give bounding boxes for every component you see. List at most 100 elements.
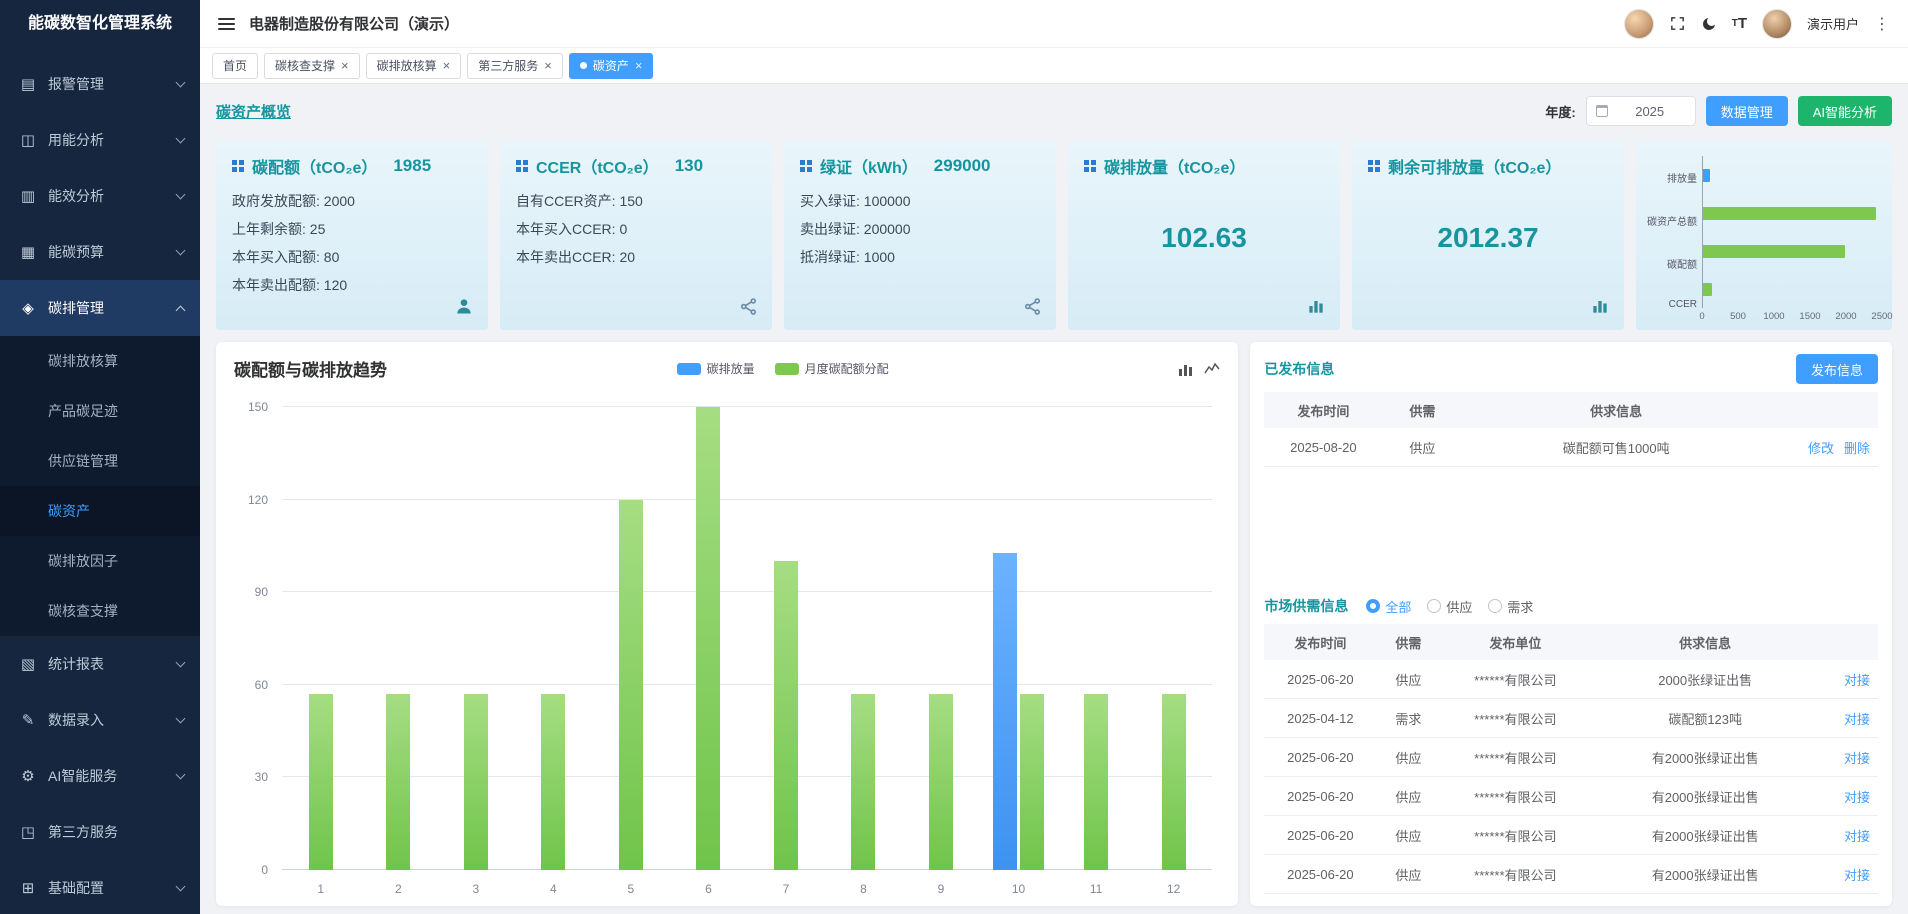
year-input[interactable]: 2025	[1586, 96, 1696, 126]
publish-button[interactable]: 发布信息	[1796, 354, 1878, 384]
close-icon[interactable]: ×	[443, 58, 451, 73]
market-type: 供应	[1376, 865, 1440, 884]
legend-label: 月度碳配额分配	[805, 360, 889, 377]
filter-radio-2[interactable]: 需求	[1488, 597, 1533, 616]
quota-bar[interactable]	[386, 694, 410, 870]
data-manage-button[interactable]: 数据管理	[1706, 96, 1788, 126]
quota-bar[interactable]	[1162, 694, 1186, 870]
edit-link[interactable]: 修改	[1808, 438, 1834, 457]
market-date: 2025-06-20	[1264, 789, 1376, 804]
close-icon[interactable]: ×	[544, 58, 552, 73]
bar-chart-toggle-icon[interactable]	[1178, 361, 1194, 377]
quota-bar[interactable]	[774, 561, 798, 870]
sidebar-item-7[interactable]: ⚙AI智能服务	[0, 748, 200, 804]
ai-service-icon: ⚙	[16, 767, 40, 785]
market-info: 有2000张绿证出售	[1590, 826, 1820, 845]
market-info: 碳配额123吨	[1590, 709, 1820, 728]
sidebar-item-2[interactable]: ▥能效分析	[0, 168, 200, 224]
sidebar-subitem-4-5[interactable]: 碳核查支撑	[0, 586, 200, 636]
tab-4[interactable]: 碳资产×	[569, 53, 654, 79]
quota-bar[interactable]	[309, 694, 333, 870]
close-icon[interactable]: ×	[635, 58, 643, 73]
axis-tick-label: 2500	[1871, 311, 1892, 322]
mini-bar-row	[1703, 169, 1882, 182]
filter-radio-1[interactable]: 供应	[1427, 597, 1472, 616]
radio-icon	[1366, 599, 1380, 613]
card-stat: 自有CCER资产: 150	[516, 191, 756, 211]
card-title: 剩余可排放量（tCO₂e）	[1388, 154, 1561, 178]
fullscreen-icon[interactable]	[1669, 15, 1686, 32]
user-avatar[interactable]	[1762, 9, 1792, 39]
market-org: ******有限公司	[1440, 748, 1590, 767]
bar-group	[282, 407, 360, 870]
line-chart-toggle-icon[interactable]	[1204, 361, 1220, 377]
market-org: ******有限公司	[1440, 709, 1590, 728]
card-title: 碳配额（tCO₂e）	[252, 154, 377, 178]
card-stats: 买入绿证: 100000卖出绿证: 200000抵消绿证: 1000	[800, 191, 1040, 267]
quota-bar[interactable]	[1020, 694, 1044, 870]
close-icon[interactable]: ×	[341, 58, 349, 73]
bar-group	[825, 407, 903, 870]
emission-bar[interactable]	[993, 553, 1017, 870]
y-tick-label: 30	[255, 770, 268, 784]
energy-analysis-icon: ◫	[16, 131, 40, 149]
chart-header: 碳配额与碳排放趋势 碳排放量月度碳配额分配	[234, 356, 1220, 381]
connect-link[interactable]: 对接	[1844, 670, 1870, 689]
connect-link[interactable]: 对接	[1844, 709, 1870, 728]
quota-bar[interactable]	[1084, 694, 1108, 870]
sidebar-item-6[interactable]: ✎数据录入	[0, 692, 200, 748]
radio-label: 全部	[1385, 597, 1411, 616]
font-size-icon[interactable]: TT	[1732, 15, 1747, 32]
quota-bar[interactable]	[929, 694, 953, 870]
page-title[interactable]: 碳资产概览	[216, 101, 291, 122]
quota-bar[interactable]	[619, 500, 643, 870]
tab-1[interactable]: 碳核查支撑×	[264, 53, 360, 79]
y-tick-label: 120	[248, 493, 268, 507]
sidebar-item-3[interactable]: ▦能碳预算	[0, 224, 200, 280]
market-row-1: 2025-04-12需求******有限公司碳配额123吨对接	[1264, 699, 1878, 738]
sidebar-item-9[interactable]: ⊞基础配置	[0, 860, 200, 914]
mini-bar	[1703, 207, 1876, 220]
connect-link[interactable]: 对接	[1844, 748, 1870, 767]
bar-group	[670, 407, 748, 870]
quota-bar[interactable]	[464, 694, 488, 870]
quota-bar[interactable]	[696, 407, 720, 870]
sidebar-subitem-4-1[interactable]: 产品碳足迹	[0, 386, 200, 436]
tab-3[interactable]: 第三方服务×	[467, 53, 563, 79]
dark-mode-icon[interactable]	[1701, 16, 1717, 32]
x-tick-label: 4	[515, 882, 593, 896]
legend-item-1[interactable]: 月度碳配额分配	[775, 360, 889, 377]
sidebar-item-0[interactable]: ▤报警管理	[0, 56, 200, 112]
connect-link[interactable]: 对接	[1844, 865, 1870, 884]
sidebar-subitem-4-2[interactable]: 供应链管理	[0, 436, 200, 486]
sidebar-subitem-4-4[interactable]: 碳排放因子	[0, 536, 200, 586]
card-stat: 本年买入配额: 80	[232, 247, 472, 267]
y-tick-label: 90	[255, 585, 268, 599]
sidebar-item-label: 碳排管理	[48, 298, 177, 318]
column-header: 供求信息	[1590, 633, 1820, 652]
tab-2[interactable]: 碳排放核算×	[366, 53, 462, 79]
menu-collapse-icon[interactable]	[218, 18, 235, 30]
sidebar-item-8[interactable]: ◳第三方服务	[0, 804, 200, 860]
quota-bar[interactable]	[541, 694, 565, 870]
avatar[interactable]	[1624, 9, 1654, 39]
filter-radio-0[interactable]: 全部	[1366, 597, 1411, 616]
sidebar-item-4[interactable]: ◈碳排管理	[0, 280, 200, 336]
card-title-row: CCER（tCO₂e）130	[516, 154, 756, 178]
user-menu-icon[interactable]: ⋮	[1874, 14, 1890, 34]
connect-link[interactable]: 对接	[1844, 826, 1870, 845]
tab-0[interactable]: 首页	[212, 53, 258, 79]
sidebar-item-1[interactable]: ◫用能分析	[0, 112, 200, 168]
chart-type-toggles	[1178, 361, 1220, 377]
connect-link[interactable]: 对接	[1844, 787, 1870, 806]
delete-link[interactable]: 删除	[1844, 438, 1870, 457]
bar-group	[747, 407, 825, 870]
quota-bar[interactable]	[851, 694, 875, 870]
company-name: 电器制造股份有限公司（演示）	[249, 13, 459, 34]
sidebar-subitem-4-0[interactable]: 碳排放核算	[0, 336, 200, 386]
market-row-3: 2025-06-20供应******有限公司有2000张绿证出售对接	[1264, 777, 1878, 816]
sidebar-subitem-4-3[interactable]: 碳资产	[0, 486, 200, 536]
ai-analysis-button[interactable]: AI智能分析	[1798, 96, 1892, 126]
sidebar-item-5[interactable]: ▧统计报表	[0, 636, 200, 692]
legend-item-0[interactable]: 碳排放量	[677, 360, 755, 377]
